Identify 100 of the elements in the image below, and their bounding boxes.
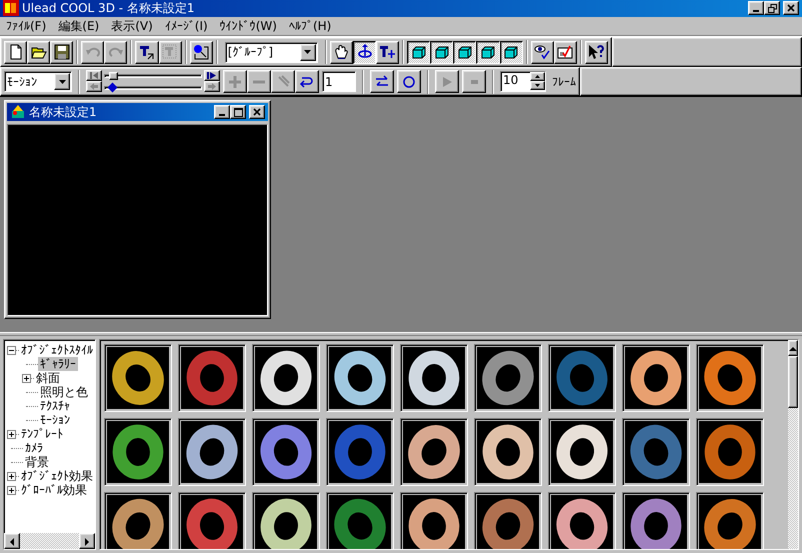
tree-item[interactable]: ｶﾒﾗ xyxy=(23,441,45,456)
close-button[interactable] xyxy=(249,105,265,120)
gallery-thumbnail[interactable] xyxy=(104,492,172,549)
pan-button[interactable] xyxy=(330,40,354,64)
up-arrow-icon xyxy=(535,75,540,78)
tree-item[interactable]: ﾃﾝﾌﾟﾚｰﾄ xyxy=(19,427,65,442)
front-view-button[interactable] xyxy=(407,40,430,64)
gallery-thumbnail[interactable] xyxy=(326,418,394,486)
gallery-thumbnail[interactable] xyxy=(548,418,616,486)
side-view-button[interactable] xyxy=(430,40,454,64)
gallery-thumbnail[interactable] xyxy=(326,344,394,412)
reverse-button[interactable] xyxy=(295,70,319,94)
text-move-icon xyxy=(380,44,396,60)
menu-item[interactable]: ｲﾒｰｼﾞ(I) xyxy=(158,16,214,36)
expand-icon[interactable] xyxy=(7,430,16,439)
gallery-thumbnail[interactable] xyxy=(104,344,172,412)
expand-icon[interactable] xyxy=(7,486,16,495)
gallery-thumbnail[interactable] xyxy=(178,344,246,412)
first-frame-button[interactable] xyxy=(86,70,102,81)
properties-button[interactable] xyxy=(554,40,577,64)
gallery-thumbnail[interactable] xyxy=(178,492,246,549)
left-arrow-icon xyxy=(9,538,15,546)
save-button[interactable] xyxy=(50,40,74,64)
menu-item[interactable]: 編集(E) xyxy=(52,16,106,36)
gallery-thumbnail[interactable] xyxy=(400,344,468,412)
gallery-thumbnail[interactable] xyxy=(696,418,764,486)
gallery-thumbnail[interactable] xyxy=(400,492,468,549)
tree-item[interactable]: ｷﾞｬﾗﾘｰ xyxy=(38,357,78,372)
slider-thumb[interactable] xyxy=(108,72,118,80)
box-icon xyxy=(434,44,450,60)
frame-field[interactable]: 1 xyxy=(322,71,356,92)
gallery-thumbnail[interactable] xyxy=(548,344,616,412)
insert-object-button[interactable] xyxy=(190,40,213,64)
top-view-button[interactable] xyxy=(453,40,476,64)
gallery-thumbnail[interactable] xyxy=(400,418,468,486)
close-icon xyxy=(253,108,261,116)
tree-item[interactable]: ﾃｸｽﾁｬ xyxy=(38,399,72,414)
gallery-thumbnail[interactable] xyxy=(252,418,320,486)
tree-item[interactable]: 照明と色 xyxy=(38,385,90,400)
gallery-thumbnail[interactable] xyxy=(252,492,320,549)
gallery-thumbnail[interactable] xyxy=(104,418,172,486)
ping-pong-button[interactable] xyxy=(397,70,421,94)
next-key-button[interactable] xyxy=(204,80,220,92)
collapse-icon[interactable] xyxy=(7,346,16,355)
last-frame-button[interactable] xyxy=(204,70,220,81)
help-button[interactable] xyxy=(584,40,608,64)
scroll-up-button[interactable] xyxy=(788,340,798,356)
keyframe-marker[interactable] xyxy=(107,82,118,92)
gallery-thumbnail[interactable] xyxy=(474,418,542,486)
eye-icon xyxy=(534,44,550,60)
loop-button[interactable] xyxy=(370,70,394,94)
gallery-thumbnail[interactable] xyxy=(474,344,542,412)
gallery-thumbnail[interactable] xyxy=(326,492,394,549)
restore-button[interactable] xyxy=(764,1,780,16)
expand-icon[interactable] xyxy=(7,472,16,481)
gallery-thumbnail[interactable] xyxy=(252,344,320,412)
frames-label: ﾌﾚｰﾑ xyxy=(552,74,576,90)
menu-item[interactable]: ﾍﾙﾌﾟ(H) xyxy=(282,16,338,36)
plus-icon xyxy=(227,74,243,90)
frames-spinner[interactable]: 10 xyxy=(500,71,546,92)
gallery-thumbnail[interactable] xyxy=(696,492,764,549)
gallery-thumbnail[interactable] xyxy=(622,492,690,549)
menu-item[interactable]: ﾌｧｲﾙ(F) xyxy=(0,16,52,36)
group-dropdown[interactable]: [ｸﾞﾙｰﾌﾟ] xyxy=(224,42,318,63)
gallery-thumbnail[interactable] xyxy=(696,344,764,412)
move-text-button[interactable] xyxy=(376,40,400,64)
expand-icon[interactable] xyxy=(22,374,31,383)
insert-text-button[interactable] xyxy=(135,40,159,64)
tree-item[interactable]: ｵﾌﾞｼﾞｪｸﾄｽﾀｲﾙ xyxy=(19,343,95,358)
dropdown-arrow-icon xyxy=(58,80,66,84)
gallery-thumbnail[interactable] xyxy=(474,492,542,549)
gallery-thumbnail[interactable] xyxy=(178,418,246,486)
minimize-button[interactable] xyxy=(214,105,230,120)
preview-button[interactable] xyxy=(530,40,554,64)
motion-dropdown[interactable]: ﾓｰｼｮﾝ xyxy=(4,71,72,92)
minimize-button[interactable] xyxy=(748,1,764,16)
corner-view-button[interactable] xyxy=(500,40,523,64)
tree-item[interactable]: ﾓｰｼｮﾝ xyxy=(38,413,72,428)
gallery-thumbnail[interactable] xyxy=(622,344,690,412)
open-button[interactable] xyxy=(27,40,50,64)
tree-item[interactable]: ｸﾞﾛｰﾊﾞﾙ効果 xyxy=(19,483,89,498)
maximize-button[interactable] xyxy=(230,105,246,120)
scroll-right-button[interactable] xyxy=(79,533,95,549)
previous-key-button[interactable] xyxy=(86,80,102,92)
tree-item[interactable]: ｵﾌﾞｼﾞｪｸﾄ効果 xyxy=(19,469,95,484)
menu-item[interactable]: 表示(V) xyxy=(105,16,159,36)
checkbox-icon xyxy=(557,44,574,60)
tree-item[interactable]: 背景 xyxy=(23,455,51,470)
close-button[interactable] xyxy=(783,1,799,16)
menu-item[interactable]: ｳｲﾝﾄﾞｳ(W) xyxy=(214,16,283,36)
rotate-icon xyxy=(356,44,373,60)
rotate-button[interactable] xyxy=(353,40,376,64)
gallery-thumbnail[interactable] xyxy=(548,492,616,549)
back-view-button[interactable] xyxy=(476,40,500,64)
new-file-button[interactable] xyxy=(4,40,28,64)
gallery-thumbnail[interactable] xyxy=(622,418,690,486)
scroll-left-button[interactable] xyxy=(4,533,20,549)
tree-item[interactable]: 斜面 xyxy=(34,371,62,386)
box-icon xyxy=(480,44,496,60)
scrollbar-thumb[interactable] xyxy=(788,356,798,408)
